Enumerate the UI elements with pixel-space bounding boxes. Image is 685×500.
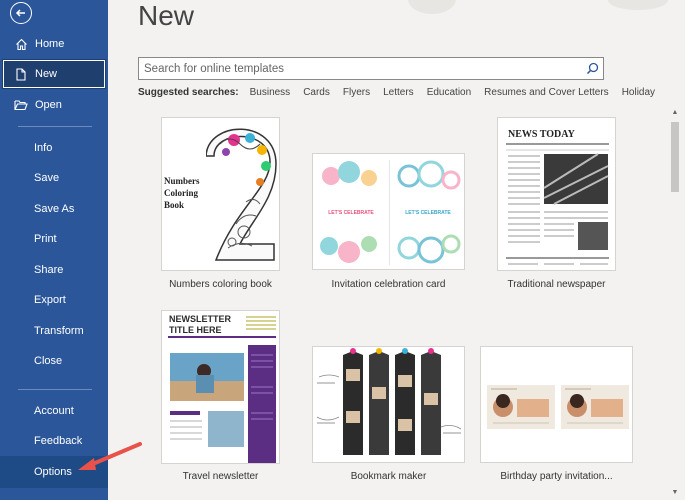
nav-feedback[interactable]: Feedback <box>0 426 108 456</box>
template-thumbnail: LET'S CELEBRATE LET'S CELEBRATE <box>312 153 465 270</box>
suggested-searches: Suggested searches: Business Cards Flyer… <box>138 87 655 98</box>
nav-options[interactable]: Options <box>0 456 108 488</box>
template-caption: Traditional newspaper <box>507 279 606 290</box>
suggested-link-letters[interactable]: Letters <box>383 87 414 98</box>
nav-open[interactable]: Open <box>0 90 108 120</box>
nav-export-label: Export <box>34 294 66 306</box>
decorative-shape <box>608 0 668 10</box>
nav-new[interactable]: New <box>2 59 106 89</box>
suggested-link-resumes[interactable]: Resumes and Cover Letters <box>484 87 609 98</box>
suggested-link-education[interactable]: Education <box>427 87 471 98</box>
scroll-up-arrow-icon[interactable]: ▲ <box>669 108 681 118</box>
newsletter-heading: NEWSLETTER TITLE HERE <box>169 314 231 335</box>
suggested-link-holiday[interactable]: Holiday <box>622 87 655 98</box>
sidebar-divider <box>18 389 92 390</box>
template-caption: Birthday party invitation... <box>500 471 613 482</box>
template-caption: Travel newsletter <box>182 471 259 482</box>
nav-close-label: Close <box>34 355 63 367</box>
nav-save-as-label: Save As <box>34 203 75 215</box>
suggested-link-business[interactable]: Business <box>250 87 291 98</box>
nav-info[interactable]: Info <box>0 133 108 163</box>
template-caption: Invitation celebration card <box>331 279 446 290</box>
card-back-text: LET'S CELEBRATE <box>405 210 451 216</box>
page-title: New <box>138 0 195 31</box>
suggested-link-cards[interactable]: Cards <box>303 87 330 98</box>
nav-transform[interactable]: Transform <box>0 316 108 346</box>
nav-save-label: Save <box>34 172 60 184</box>
nav-home-label: Home <box>35 38 65 50</box>
thumbnail-title: Numbers Coloring Book <box>164 176 200 210</box>
birthday-invitation-illustration <box>487 385 629 429</box>
template-search-input[interactable] <box>139 58 581 79</box>
template-caption: Numbers coloring book <box>169 279 272 290</box>
nav-export[interactable]: Export <box>0 285 108 315</box>
bookmark-illustration <box>316 348 462 455</box>
celebration-card-illustration: LET'S CELEBRATE LET'S CELEBRATE <box>320 160 461 265</box>
back-arrow-icon <box>15 9 25 17</box>
number-two-illustration <box>206 128 277 261</box>
template-search-box <box>138 57 604 80</box>
nav-transform-label: Transform <box>34 325 84 337</box>
template-thumbnail: NEWSLETTER TITLE HERE <box>161 310 280 464</box>
template-thumbnail: Numbers Coloring Book <box>161 117 280 271</box>
search-button[interactable] <box>581 58 603 79</box>
template-thumbnail: NEWS TODAY <box>497 117 616 271</box>
search-icon <box>586 62 598 75</box>
nav-options-label: Options <box>34 466 72 478</box>
nav-share[interactable]: Share <box>0 255 108 285</box>
nav-new-label: New <box>35 68 58 80</box>
nav-info-label: Info <box>34 142 53 154</box>
template-caption: Bookmark maker <box>350 471 427 482</box>
nav-account-label: Account <box>34 405 74 417</box>
nav-print[interactable]: Print <box>0 224 108 254</box>
sidebar-divider <box>18 126 92 127</box>
scroll-down-arrow-icon[interactable]: ▼ <box>669 488 681 498</box>
nav-account[interactable]: Account <box>0 396 108 426</box>
home-icon <box>14 37 28 51</box>
nav-home[interactable]: Home <box>0 29 108 59</box>
nav-save[interactable]: Save <box>0 163 108 193</box>
card-front-text: LET'S CELEBRATE <box>328 210 374 216</box>
scrollbar-thumb[interactable] <box>671 122 679 192</box>
nav-share-label: Share <box>34 264 64 276</box>
vertical-scrollbar[interactable]: ▲ ▼ <box>669 108 681 500</box>
template-thumbnail <box>312 346 465 463</box>
template-thumbnail <box>480 346 633 463</box>
nav-save-as[interactable]: Save As <box>0 194 108 224</box>
nav-feedback-label: Feedback <box>34 435 83 447</box>
suggested-link-flyers[interactable]: Flyers <box>343 87 370 98</box>
back-button[interactable] <box>10 2 32 24</box>
folder-open-icon <box>14 98 28 112</box>
newspaper-masthead: NEWS TODAY <box>508 129 575 140</box>
newspaper-illustration <box>506 143 609 265</box>
backstage-sidebar: Home New Open Info Save Save As Print Sh… <box>0 0 108 500</box>
suggested-searches-label: Suggested searches: <box>138 87 239 98</box>
nav-close[interactable]: Close <box>0 346 108 376</box>
decorative-shape <box>408 0 456 14</box>
main-pane: New Suggested searches: Business Cards F… <box>108 0 685 500</box>
nav-open-label: Open <box>35 99 62 111</box>
nav-print-label: Print <box>34 233 57 245</box>
new-document-icon <box>14 67 28 81</box>
